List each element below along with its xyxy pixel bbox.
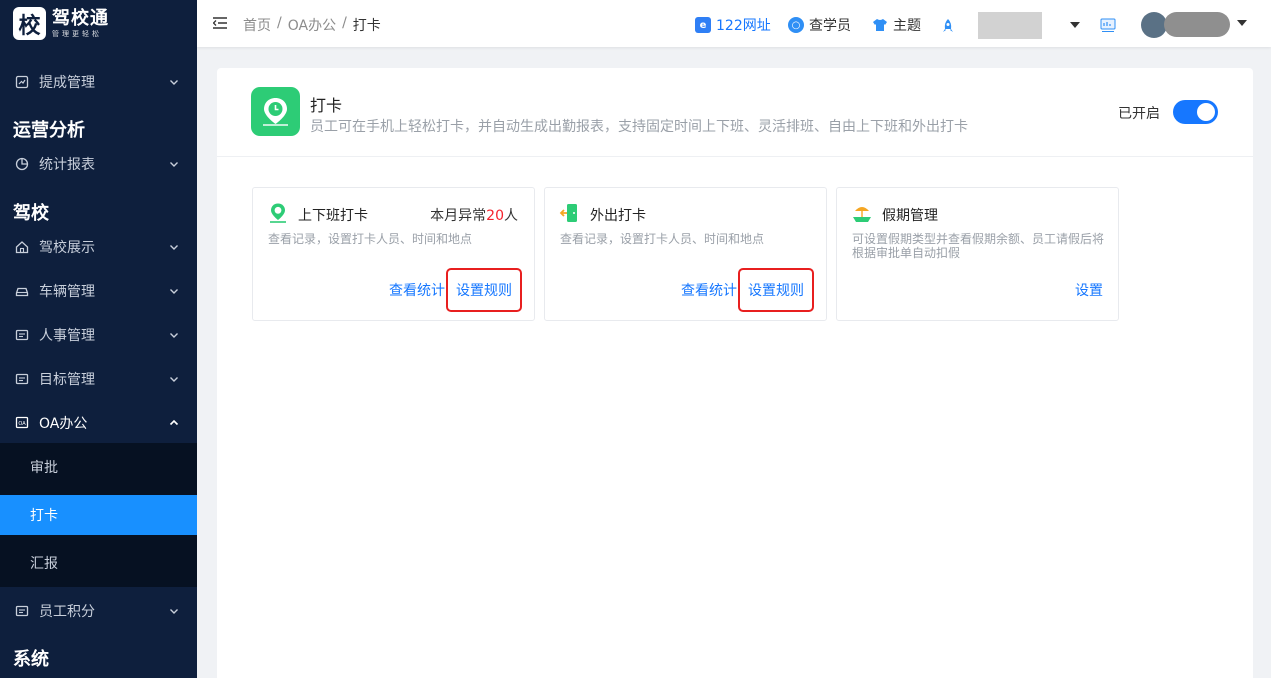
id-card-icon: [15, 328, 29, 342]
location-pin-icon: [270, 203, 286, 223]
student-lookup-link[interactable]: ○ 查学员: [788, 15, 851, 35]
view-stats-link[interactable]: 查看统计: [389, 280, 445, 300]
site-link[interactable]: e 122网址: [695, 15, 771, 35]
blurred-school-name[interactable]: [978, 12, 1042, 39]
abnormal-count: 20: [486, 208, 504, 224]
main-card: 打卡 员工可在手机上轻松打卡，并自动生成出勤报表，支持固定时间上下班、灵活排班、…: [217, 68, 1253, 678]
feature-card-leave: 假期管理 可设置假期类型并查看假期余额、员工请假后将根据审批单自动扣假 设置: [836, 187, 1119, 321]
logo-subtitle: 管理更轻松: [52, 29, 102, 38]
sidebar-item-reports[interactable]: 统计报表: [0, 142, 197, 186]
submenu-item-approval[interactable]: 审批: [0, 447, 197, 487]
feature-description: 查看记录，设置打卡人员、时间和地点: [268, 232, 473, 246]
submenu-item-report[interactable]: 汇报: [0, 543, 197, 583]
feature-description: 查看记录，设置打卡人员、时间和地点: [560, 232, 765, 246]
app-description: 员工可在手机上轻松打卡，并自动生成出勤报表，支持固定时间上下班、灵活排班、自由上…: [310, 119, 968, 135]
sidebar-item-showcase[interactable]: 驾校展示: [0, 225, 197, 269]
breadcrumb-oa[interactable]: OA办公: [288, 15, 336, 35]
breadcrumb: 首页 / OA办公 / 打卡: [243, 15, 381, 35]
chevron-down-icon: [170, 80, 178, 85]
sidebar-item-label: 提成管理: [39, 75, 95, 91]
chevron-up-icon: [169, 419, 179, 426]
report-icon: [15, 75, 29, 89]
feature-title: 假期管理: [882, 208, 938, 224]
abnormal-stat: 本月异常20人: [430, 208, 518, 224]
feature-card-commute-clock: 上下班打卡 本月异常20人 查看记录，设置打卡人员、时间和地点 查看统计 设置规…: [252, 187, 535, 321]
set-rules-link[interactable]: 设置规则: [738, 268, 814, 312]
group-system: 系统: [13, 649, 49, 670]
logo-mark: 校: [13, 7, 46, 40]
feature-description: 可设置假期类型并查看假期余额、员工请假后将根据审批单自动扣假: [852, 232, 1105, 260]
chevron-down-icon: [170, 245, 178, 250]
sidebar-item-vehicles[interactable]: 车辆管理: [0, 269, 197, 313]
feature-title: 上下班打卡: [298, 208, 368, 224]
sidebar-item-oa[interactable]: OA OA办公: [0, 401, 197, 445]
sidebar: 校 驾校通 管理更轻松 提成管理 运营分析 统计报表 驾校 驾校展示 车辆管理 …: [0, 0, 197, 678]
breadcrumb-current: 打卡: [352, 18, 381, 34]
car-icon: [15, 284, 29, 298]
logo[interactable]: 校 驾校通 管理更轻松: [0, 0, 197, 47]
search-icon: ○: [788, 17, 804, 33]
points-icon: [15, 604, 29, 618]
svg-text:OA: OA: [18, 421, 26, 427]
feature-card-outing-clock: 外出打卡 查看记录，设置打卡人员、时间和地点 查看统计 设置规则: [544, 187, 827, 321]
menu-fold-icon[interactable]: [213, 17, 227, 29]
sidebar-item-commission[interactable]: 提成管理: [0, 60, 197, 104]
ie-icon: e: [695, 17, 711, 33]
sidebar-item-points[interactable]: 员工积分: [0, 589, 197, 633]
app-title: 打卡: [310, 96, 343, 115]
set-rules-link[interactable]: 设置规则: [446, 268, 522, 312]
sidebar-item-label: 目标管理: [39, 372, 95, 388]
group-school: 驾校: [13, 203, 49, 224]
sidebar-item-label: 员工积分: [39, 604, 95, 620]
logo-title: 驾校通: [52, 7, 109, 29]
sidebar-item-goals[interactable]: 目标管理: [0, 357, 197, 401]
screen-icon[interactable]: [1100, 17, 1116, 33]
theme-link[interactable]: 主题: [872, 15, 921, 35]
breadcrumb-home[interactable]: 首页: [243, 15, 271, 35]
blurred-username[interactable]: [1164, 12, 1230, 37]
sidebar-item-label: 驾校展示: [39, 240, 95, 256]
door-exit-icon: [559, 204, 577, 222]
sidebar-item-label: 车辆管理: [39, 284, 95, 300]
settings-link[interactable]: 设置: [1075, 280, 1103, 300]
vacation-icon: [853, 207, 871, 222]
caret-down-icon[interactable]: [1070, 22, 1080, 28]
chevron-down-icon: [170, 289, 178, 294]
chevron-down-icon: [170, 162, 178, 167]
clock-in-app-icon: [251, 87, 300, 136]
oa-icon: OA: [15, 416, 29, 430]
view-stats-link[interactable]: 查看统计: [681, 280, 737, 300]
chevron-down-icon: [170, 377, 178, 382]
sidebar-item-label: 统计报表: [39, 157, 95, 173]
sidebar-item-label: OA办公: [39, 416, 88, 432]
feature-title: 外出打卡: [590, 208, 646, 224]
submenu-item-clock-in[interactable]: 打卡: [0, 495, 197, 535]
group-operations: 运营分析: [13, 120, 85, 141]
chevron-down-icon: [170, 609, 178, 614]
app-header: 打卡 员工可在手机上轻松打卡，并自动生成出勤报表，支持固定时间上下班、灵活排班、…: [217, 68, 1253, 157]
caret-down-icon[interactable]: [1237, 20, 1247, 26]
sidebar-item-hr[interactable]: 人事管理: [0, 313, 197, 357]
top-header: 首页 / OA办公 / 打卡 e 122网址 ○ 查学员 主题: [197, 0, 1271, 47]
rocket-icon[interactable]: [940, 18, 956, 34]
sidebar-item-label: 人事管理: [39, 328, 95, 344]
chevron-down-icon: [170, 333, 178, 338]
enable-toggle[interactable]: [1173, 100, 1218, 124]
pie-chart-icon: [15, 157, 29, 171]
target-icon: [15, 372, 29, 386]
switch-status-label: 已开启: [1118, 106, 1160, 122]
shirt-icon: [872, 17, 888, 33]
home-icon: [15, 240, 29, 254]
